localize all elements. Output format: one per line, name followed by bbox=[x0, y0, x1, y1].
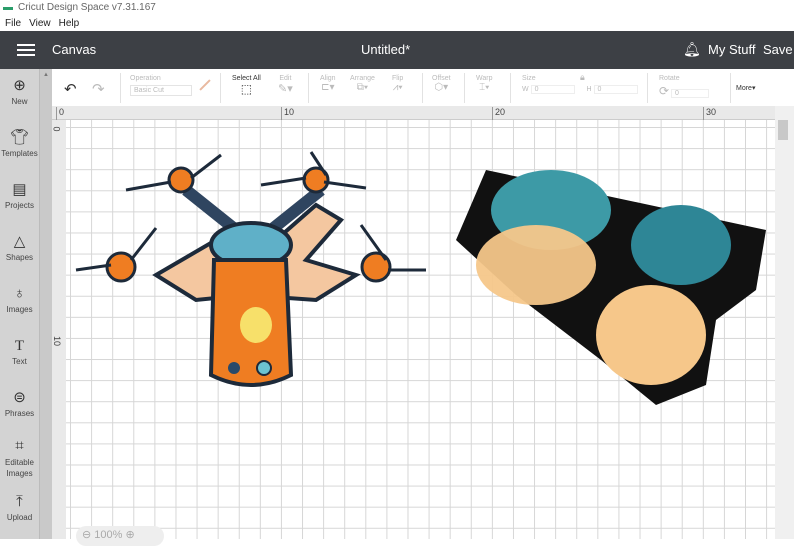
sidebar-item-new[interactable]: ⊕ New bbox=[0, 77, 39, 106]
rotate-icon: ⟳ bbox=[659, 84, 670, 98]
text-icon: T bbox=[14, 338, 25, 354]
menu-help[interactable]: Help bbox=[59, 18, 80, 29]
balloon-icon: ♁ bbox=[13, 285, 26, 302]
lock-icon[interactable]: 🔒︎ bbox=[580, 72, 585, 83]
design-canvas[interactable] bbox=[66, 120, 775, 539]
undo-icon[interactable]: ↶ bbox=[64, 80, 77, 98]
sidebar-item-text[interactable]: T Text bbox=[0, 337, 39, 366]
shapes-icon: △ bbox=[13, 233, 26, 250]
sidebar-item-phrases[interactable]: ⊜ Phrases bbox=[0, 389, 39, 418]
projects-icon: ▤ bbox=[12, 181, 27, 198]
section-title: Canvas bbox=[52, 42, 97, 57]
menu-bar: File View Help bbox=[0, 16, 82, 31]
my-stuff-button[interactable]: My Stuff bbox=[708, 42, 755, 57]
pencil-icon: ✎▾ bbox=[278, 83, 293, 95]
offset-icon: ⬡▾ bbox=[434, 82, 449, 93]
menu-view[interactable]: View bbox=[29, 18, 51, 29]
app-title: Cricut Design Space v7.31.167 bbox=[18, 2, 156, 13]
speech-bubble-icon: ⊜ bbox=[13, 389, 26, 406]
document-title: Untitled* bbox=[361, 42, 411, 57]
sidebar-item-shapes[interactable]: △ Shapes bbox=[0, 233, 39, 262]
select-all-icon: ⬚ bbox=[240, 82, 253, 96]
bell-icon[interactable]: 🔔︎ bbox=[683, 41, 701, 58]
warp-icon: ⌶▾ bbox=[479, 82, 490, 93]
plus-circle-icon: ⊕ bbox=[13, 77, 26, 94]
operation-group: Operation Basic Cut bbox=[130, 75, 192, 96]
arrange-button[interactable]: Arrange ⧉▾ bbox=[350, 75, 375, 93]
sidebar-item-images[interactable]: ♁ Images bbox=[0, 285, 39, 314]
left-ruler: 0 10 bbox=[52, 120, 66, 539]
cricut-logo-icon bbox=[3, 7, 13, 10]
zoom-in-icon[interactable]: ⊕ bbox=[125, 529, 134, 541]
offset-button[interactable]: Offset ⬡▾ bbox=[432, 75, 451, 93]
zoom-out-icon[interactable]: ⊖ bbox=[82, 529, 91, 541]
menu-file[interactable]: File bbox=[5, 18, 21, 29]
left-sidebar: ⊕ New 👕︎ Templates ▤ Projects △ Shapes ♁ Imag… bbox=[0, 69, 39, 539]
rotate-input[interactable]: 0 bbox=[671, 89, 710, 98]
save-button[interactable]: Save bbox=[763, 42, 793, 57]
sidebar-item-upload[interactable]: ⤒ Upload bbox=[0, 493, 39, 522]
sidebar-item-editable-images[interactable]: ⌗ Editable Images bbox=[0, 437, 39, 479]
more-button[interactable]: More▾ bbox=[736, 84, 755, 92]
edit-toolbar: ↶ ↷ Operation Basic Cut Select All ⬚ Edit… bbox=[52, 69, 794, 106]
zoom-control: ⊖ 100% ⊕ bbox=[76, 526, 164, 546]
zoom-level: 100% bbox=[94, 529, 123, 541]
top-ruler: 0 10 20 30 bbox=[52, 106, 775, 120]
sidebar-item-projects[interactable]: ▤ Projects bbox=[0, 181, 39, 210]
sidebar-scrollbar[interactable]: ▲ bbox=[39, 69, 52, 539]
warp-button[interactable]: Warp ⌶▾ bbox=[476, 75, 492, 93]
sunglasses-image[interactable] bbox=[456, 170, 766, 405]
edit-button[interactable]: Edit ✎▾ bbox=[278, 75, 293, 95]
align-icon: ⊏▾ bbox=[321, 82, 335, 93]
select-all-button[interactable]: Select All ⬚ bbox=[232, 75, 261, 96]
flip-icon: ⩘▾ bbox=[392, 82, 403, 93]
app-header: Canvas Untitled* 🔔︎ My Stuff Save bbox=[0, 31, 794, 69]
sidebar-item-templates[interactable]: 👕︎ Templates bbox=[0, 129, 39, 158]
canvas-vertical-scrollbar[interactable] bbox=[775, 106, 794, 539]
operation-select[interactable]: Basic Cut bbox=[130, 85, 192, 96]
app-titlebar: Cricut Design Space v7.31.167 bbox=[0, 0, 794, 16]
height-input[interactable]: 0 bbox=[593, 85, 638, 94]
hamburger-menu-icon[interactable] bbox=[17, 44, 35, 56]
arrange-icon: ⧉▾ bbox=[356, 82, 369, 93]
scrollbar-thumb[interactable] bbox=[778, 120, 788, 140]
align-button[interactable]: Align ⊏▾ bbox=[320, 75, 336, 93]
flip-button[interactable]: Flip ⩘▾ bbox=[392, 75, 403, 93]
redo-icon[interactable]: ↷ bbox=[92, 80, 105, 98]
pen-color-icon[interactable] bbox=[199, 79, 211, 91]
width-input[interactable]: 0 bbox=[530, 85, 575, 94]
drone-image[interactable] bbox=[75, 151, 426, 387]
editable-images-icon: ⌗ bbox=[15, 437, 24, 454]
rotate-group: Rotate ⟳ 0 bbox=[659, 75, 710, 98]
upload-icon: ⤒ bbox=[16, 493, 23, 510]
shirt-icon: 👕︎ bbox=[9, 129, 30, 146]
